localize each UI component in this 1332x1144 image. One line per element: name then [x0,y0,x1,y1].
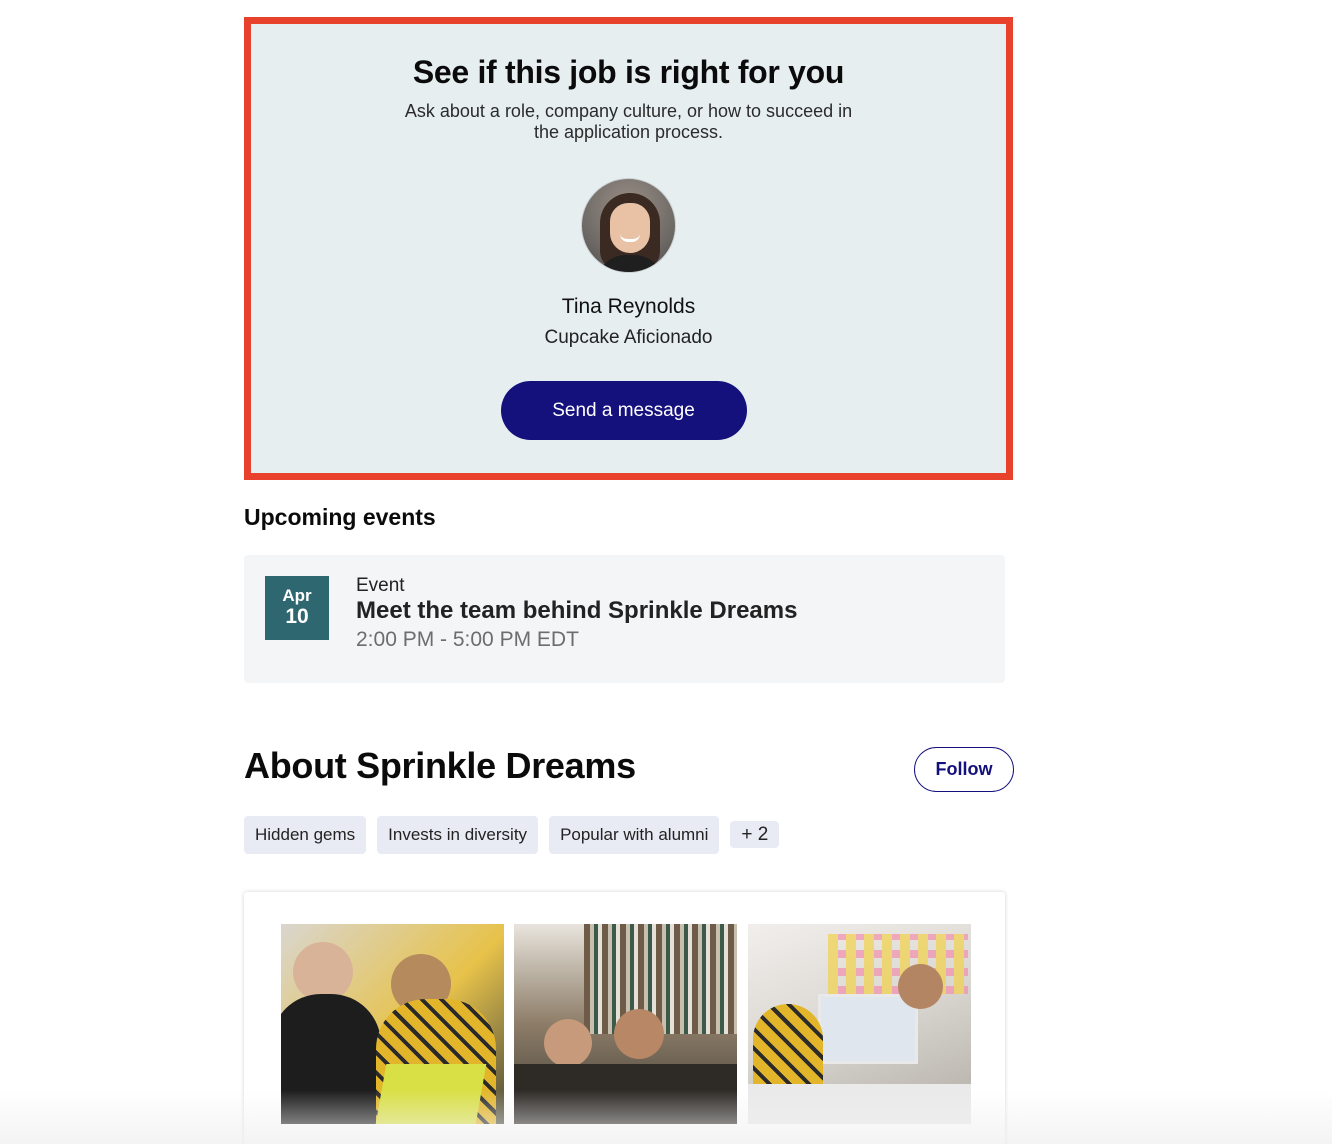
photo-1-person-face [293,942,353,1002]
tag-invests-in-diversity[interactable]: Invests in diversity [377,816,539,854]
company-tags: Hidden gems Invests in diversity Popular… [244,816,780,854]
send-message-button[interactable]: Send a message [500,381,747,440]
event-title[interactable]: Meet the team behind Sprinkle Dreams [356,597,797,625]
connect-title: See if this job is right for you [412,54,845,90]
photo-2-person-2 [614,1009,664,1059]
photo-1-laptop [375,1064,487,1124]
photo-3-desk [748,1084,971,1124]
photo-2-table [514,1064,737,1124]
photo-1-person-body [281,994,381,1124]
event-date-badge: Apr 10 [265,576,329,640]
connect-card: See if this job is right for you Ask abo… [244,17,1013,480]
gallery-photo-3[interactable] [748,924,971,1124]
person-role: Cupcake Aficionado [544,327,713,348]
tag-hidden-gems[interactable]: Hidden gems [244,816,367,854]
gallery-photo-1[interactable] [281,924,504,1124]
avatar[interactable] [581,178,676,273]
follow-button[interactable]: Follow [914,747,1014,792]
photo-2-person-1 [544,1019,592,1067]
more-tags-button[interactable]: + 2 [730,821,780,848]
event-day: 10 [285,605,309,628]
photo-2-bookshelf [584,924,737,1034]
about-heading: About Sprinkle Dreams [244,745,636,786]
event-card[interactable]: Apr 10 Event Meet the team behind Sprink… [244,555,1005,683]
tag-popular-with-alumni[interactable]: Popular with alumni [549,816,720,854]
photo-3-monitor [818,994,918,1064]
page: See if this job is right for you Ask abo… [0,0,1332,1144]
person-name: Tina Reynolds [561,295,696,318]
gallery-photo-2[interactable] [514,924,737,1124]
event-time: 2:00 PM - 5:00 PM EDT [356,628,579,651]
avatar-face [610,203,650,253]
photo-3-person-standing [898,964,943,1009]
event-type: Event [356,575,405,596]
event-month: Apr [282,586,312,605]
connect-subtitle: Ask about a role, company culture, or ho… [404,101,853,142]
upcoming-events-heading: Upcoming events [244,504,436,530]
photo-gallery [244,892,1005,1144]
